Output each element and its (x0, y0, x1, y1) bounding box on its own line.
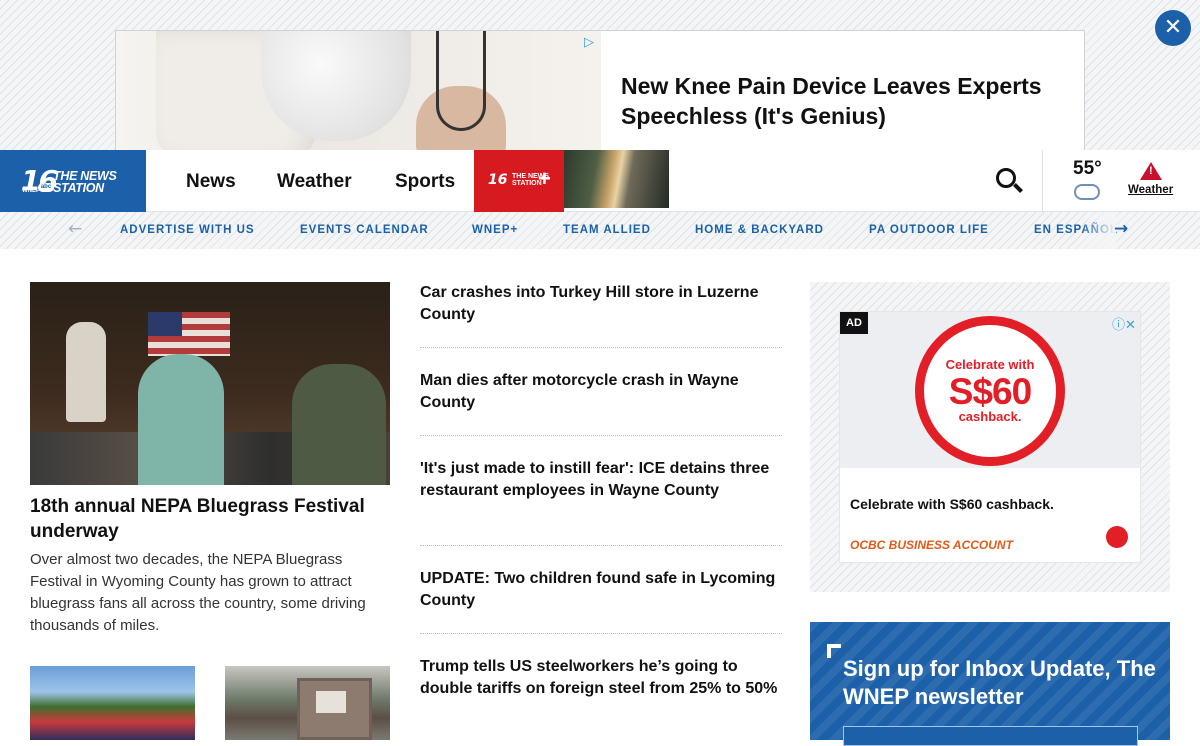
headline-link[interactable]: Car crashes into Turkey Hill store in Lu… (420, 282, 782, 348)
logo-callsign: WNEP (22, 188, 40, 194)
subnav-advertise[interactable]: ADVERTISE WITH US (120, 224, 255, 236)
ad-label: AD (840, 312, 868, 334)
live-video-thumbnail[interactable] (564, 150, 669, 208)
site-logo[interactable]: 16 abc THE NEWS STATION WNEP (0, 150, 146, 212)
corner-bracket-icon (827, 644, 841, 658)
ring-text-3: cashback. (958, 409, 1022, 424)
main-nav: 16 abc THE NEWS STATION WNEP News Weather… (0, 150, 1200, 212)
warning-icon[interactable]: ! (1140, 162, 1162, 180)
headline-link[interactable]: UPDATE: Two children found safe in Lycom… (420, 568, 782, 634)
ring-text-1: Celebrate with (945, 357, 1035, 372)
subnav-wnep-plus[interactable]: WNEP+ (472, 224, 518, 236)
brand-logo-icon[interactable] (1106, 526, 1128, 548)
sub-nav: ← ADVERTISE WITH US EVENTS CALENDAR WNEP… (0, 212, 1200, 249)
plus-icon: + (538, 166, 551, 191)
lead-story-summary: Over almost two decades, the NEPA Bluegr… (30, 551, 366, 634)
subnav-team-allied[interactable]: TEAM ALLIED (563, 224, 651, 236)
ad-image[interactable] (116, 31, 601, 150)
sidebar-ad-creative[interactable]: Celebrate with S$60 cashback. AD ⓘ✕ Cele… (840, 312, 1140, 562)
cloud-rain-icon[interactable] (1074, 184, 1100, 200)
logo-text: THE NEWS STATION (53, 169, 117, 195)
brand-number: 16 (488, 172, 508, 188)
scroll-fade (1080, 212, 1116, 249)
email-field[interactable] (843, 726, 1138, 746)
nav-link-weather[interactable]: Weather (277, 171, 352, 193)
divider (1042, 150, 1043, 212)
subnav-events-calendar[interactable]: EVENTS CALENDAR (300, 224, 429, 236)
ring-amount: S$60 (948, 371, 1032, 412)
close-icon[interactable]: ✕ (1155, 10, 1191, 46)
nav-link-sports[interactable]: Sports (395, 171, 455, 193)
story-thumbnail[interactable] (225, 666, 390, 740)
newsletter-signup: Sign up for Inbox Update, The WNEP newsl… (810, 622, 1170, 746)
story-thumbnail[interactable] (30, 666, 195, 740)
adchoices-icon[interactable]: ▷ (584, 34, 594, 50)
weather-alert-link[interactable]: Weather (1128, 184, 1173, 196)
newsletter-title: Sign up for Inbox Update, The WNEP newsl… (843, 656, 1156, 709)
lead-story-headline[interactable]: 18th annual NEPA Bluegrass Festival unde… (30, 494, 390, 544)
headline-link[interactable]: Man dies after motorcycle crash in Wayne… (420, 370, 782, 436)
ad-caption[interactable]: Celebrate with S$60 cashback. (850, 496, 1054, 512)
lead-story-image[interactable] (30, 282, 390, 485)
ad-brand[interactable]: OCBC BUSINESS ACCOUNT (850, 538, 1013, 552)
headline-link[interactable]: Trump tells US steelworkers he’s going t… (420, 656, 782, 740)
search-icon[interactable] (994, 166, 1024, 196)
abc-logo: abc (38, 183, 54, 192)
headline-link[interactable]: 'It's just made to instill fear': ICE de… (420, 458, 782, 546)
sidebar-ad: Celebrate with S$60 cashback. AD ⓘ✕ Cele… (810, 282, 1170, 592)
top-ad-banner: ▷ New Knee Pain Device Leaves Experts Sp… (0, 0, 1200, 150)
news-station-plus-link[interactable]: 16 THE NEWS STATION + (474, 150, 564, 212)
subnav-pa-outdoor-life[interactable]: PA OUTDOOR LIFE (869, 224, 989, 236)
nav-link-news[interactable]: News (186, 171, 236, 193)
ad-headline[interactable]: New Knee Pain Device Leaves Experts Spee… (621, 71, 1071, 131)
arrow-left-icon[interactable]: ← (68, 219, 82, 239)
arrow-right-icon[interactable]: → (1114, 219, 1128, 239)
adchoices-close-icon[interactable]: ⓘ✕ (1112, 314, 1136, 333)
ad-visual[interactable]: Celebrate with S$60 cashback. (840, 312, 1140, 468)
current-temperature[interactable]: 55° (1073, 158, 1102, 180)
cashback-ring: Celebrate with S$60 cashback. (915, 316, 1065, 466)
top-ad-creative[interactable]: ▷ New Knee Pain Device Leaves Experts Sp… (115, 30, 1085, 150)
subnav-home-backyard[interactable]: HOME & BACKYARD (695, 224, 824, 236)
